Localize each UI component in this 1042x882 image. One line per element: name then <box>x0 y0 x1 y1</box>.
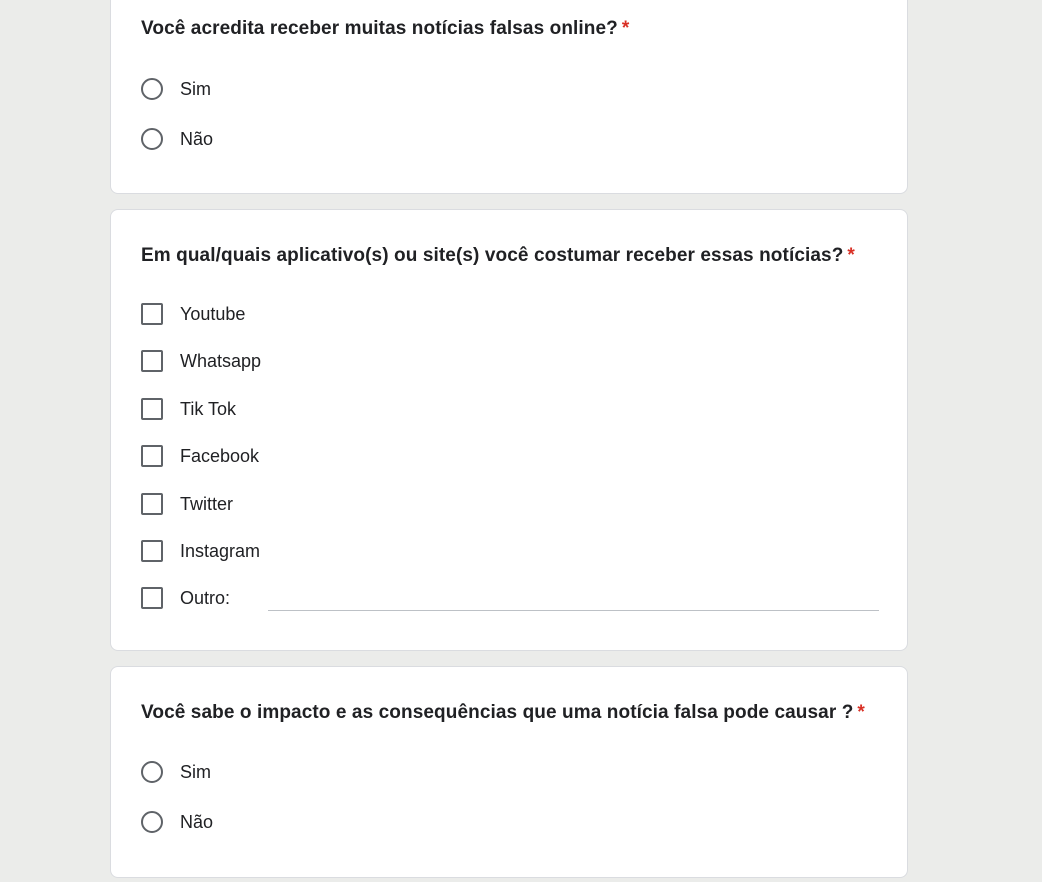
checkbox[interactable] <box>141 398 163 420</box>
question-text: Você sabe o impacto e as consequências q… <box>141 702 854 723</box>
checkbox-option-tiktok[interactable]: Tik Tok <box>141 395 236 423</box>
radio-button[interactable] <box>141 128 163 150</box>
question-text: Em qual/quais aplicativo(s) ou site(s) v… <box>141 245 844 266</box>
checkbox-option-twitter[interactable]: Twitter <box>141 490 233 518</box>
question-title: Você sabe o impacto e as consequências q… <box>141 702 865 724</box>
checkbox[interactable] <box>141 587 163 609</box>
option-label: Sim <box>180 78 211 99</box>
checkbox[interactable] <box>141 303 163 325</box>
checkbox-option-facebook[interactable]: Facebook <box>141 442 259 470</box>
option-label: Facebook <box>180 445 260 466</box>
checkbox-option-outro[interactable]: Outro: <box>141 584 230 612</box>
option-label: Tik Tok <box>180 398 237 419</box>
checkbox[interactable] <box>141 540 163 562</box>
required-asterisk: * <box>857 702 865 723</box>
checkbox[interactable] <box>141 445 163 467</box>
radio-option-sim[interactable]: Sim <box>141 75 211 103</box>
checkbox-option-youtube[interactable]: Youtube <box>141 300 245 328</box>
radio-option-nao[interactable]: Não <box>141 808 213 836</box>
option-label: Instagram <box>180 540 261 561</box>
question-card-apps-sites: Em qual/quais aplicativo(s) ou site(s) v… <box>110 209 908 651</box>
option-label: Não <box>180 128 214 149</box>
question-card-fake-news-online: Você acredita receber muitas notícias fa… <box>110 0 908 194</box>
question-title: Você acredita receber muitas notícias fa… <box>141 18 629 40</box>
required-asterisk: * <box>621 18 630 39</box>
option-label: Não <box>180 811 214 832</box>
radio-button[interactable] <box>141 78 163 100</box>
option-label: Whatsapp <box>180 350 262 371</box>
option-label: Twitter <box>180 493 234 514</box>
radio-button[interactable] <box>141 761 163 783</box>
option-label: Outro: <box>180 587 231 608</box>
checkbox-option-whatsapp[interactable]: Whatsapp <box>141 347 261 375</box>
checkbox[interactable] <box>141 350 163 372</box>
option-label: Sim <box>180 761 211 782</box>
radio-option-sim[interactable]: Sim <box>141 758 211 786</box>
other-text-input[interactable] <box>268 610 879 611</box>
option-label: Youtube <box>180 303 246 324</box>
question-title: Em qual/quais aplicativo(s) ou site(s) v… <box>141 245 855 267</box>
question-text: Você acredita receber muitas notícias fa… <box>141 18 618 39</box>
radio-button[interactable] <box>141 811 163 833</box>
checkbox[interactable] <box>141 493 163 515</box>
required-asterisk: * <box>847 245 855 266</box>
checkbox-option-instagram[interactable]: Instagram <box>141 537 260 565</box>
question-card-impact: Você sabe o impacto e as consequências q… <box>110 666 908 878</box>
radio-option-nao[interactable]: Não <box>141 125 213 153</box>
